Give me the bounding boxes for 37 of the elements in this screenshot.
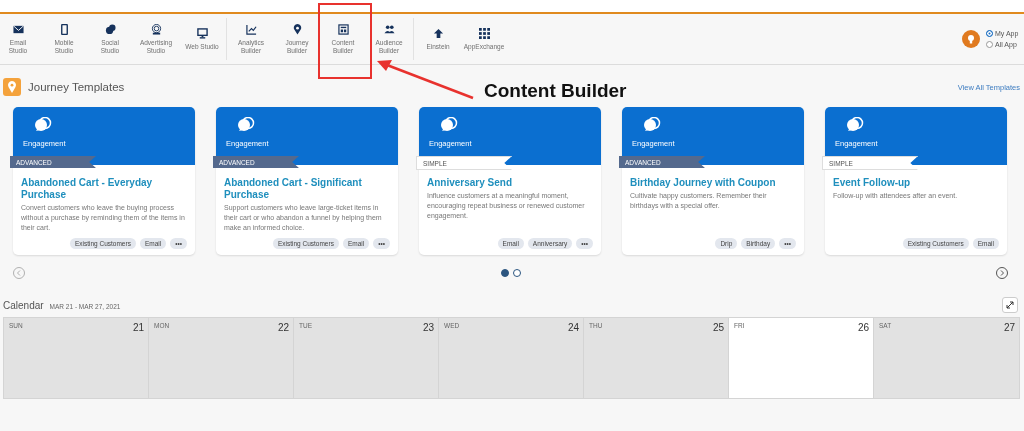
chat-bubbles-icon: [440, 117, 458, 133]
map-pin-icon: [3, 78, 21, 96]
date-number: 23: [422, 322, 434, 333]
chat-bubbles-icon: [846, 117, 864, 133]
layout-icon: [337, 24, 349, 36]
line-chart-icon: [245, 24, 257, 36]
chat-bubbles-icon: [104, 24, 116, 36]
phone-icon: [58, 24, 70, 36]
page-dot[interactable]: [512, 269, 521, 277]
monitor-icon: [196, 27, 208, 39]
date-number: 22: [277, 322, 289, 333]
date-number: 26: [857, 322, 869, 333]
chat-bubbles-icon: [237, 117, 255, 133]
template-card[interactable]: [216, 107, 398, 255]
card-title: Anniversary Send: [427, 177, 514, 189]
people-icon: [383, 24, 395, 36]
card-title: Abandoned Cart - Everyday Purchase: [21, 177, 154, 201]
grid-icon: [478, 27, 490, 39]
lightbulb-icon: [962, 30, 980, 48]
calendar-title: Calendar: [3, 299, 44, 311]
envelope-icon: [12, 24, 24, 36]
map-pin-icon: [291, 24, 303, 36]
date-number: 24: [567, 322, 579, 333]
page-dot[interactable]: [500, 269, 509, 277]
annotation-label: Content Builder: [484, 80, 627, 102]
card-title: Event Follow-up: [833, 177, 912, 189]
expand-button[interactable]: [1002, 297, 1018, 313]
card-title: Abandoned Cart - Significant Purchase: [224, 177, 363, 201]
target-icon: [150, 24, 162, 36]
date-number: 27: [1003, 322, 1015, 333]
date-number: 21: [132, 322, 144, 333]
section-title: Journey Templates: [28, 81, 125, 93]
card-title: Birthday Journey with Coupon: [630, 177, 777, 189]
date-number: 25: [712, 322, 724, 333]
chat-bubbles-icon: [34, 117, 52, 133]
chat-bubbles-icon: [643, 117, 661, 133]
expand-icon: [1006, 301, 1014, 309]
